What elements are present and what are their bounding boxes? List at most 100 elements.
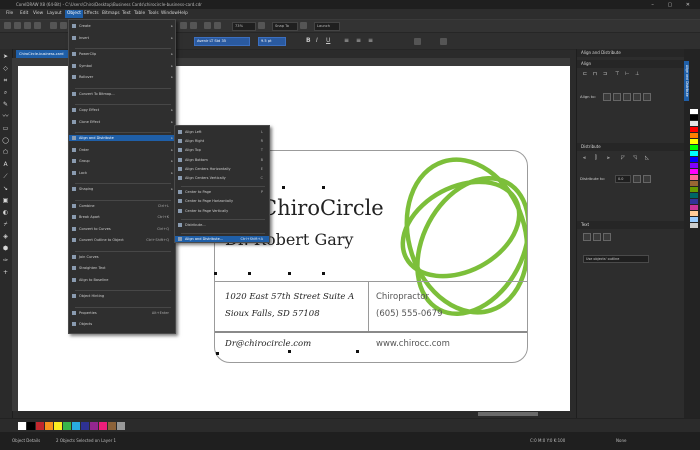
save-icon[interactable] (24, 22, 31, 29)
menu-item-shaping[interactable]: Shaping ▸ (69, 186, 175, 192)
underline-button[interactable]: U (326, 37, 330, 45)
palette-swatch[interactable] (81, 422, 89, 430)
menu-text[interactable]: Text (120, 10, 133, 18)
menu-item-center-to-page-vertically[interactable]: Center to Page Vertically (175, 208, 269, 214)
font-size-dropdown[interactable]: 9.5 pt (258, 37, 286, 46)
italic-button[interactable]: I (316, 37, 318, 45)
menu-item-copy-effect[interactable]: Copy Effect ▸ (69, 107, 175, 113)
menu-item-order[interactable]: Order ▸ (69, 147, 175, 153)
align-center-v-icon[interactable]: ⊢ (625, 71, 629, 77)
outline-pen-icon[interactable]: ✑ (2, 257, 9, 264)
polygon-tool-icon[interactable]: ⬠ (2, 149, 9, 156)
color-swatch[interactable] (690, 217, 698, 222)
menu-item-rollover[interactable]: Rollover ▸ (69, 74, 175, 80)
menu-item-center-to-page[interactable]: Center to Page P (175, 189, 269, 195)
rotate-icon[interactable] (414, 38, 421, 45)
text-first-line-icon[interactable] (603, 233, 611, 241)
menu-item-align-centers-horizontally[interactable]: Align Centers Horizontally E (175, 166, 269, 172)
align-top-icon[interactable]: ⊤ (615, 71, 619, 77)
add-tool-icon[interactable]: + (2, 269, 9, 276)
menu-item-align-bottom[interactable]: Align Bottom B (175, 157, 269, 163)
menu-item-align-right[interactable]: Align Right R (175, 138, 269, 144)
menu-item-convert-outline-to-object[interactable]: Convert Outline to Object Ctrl+Shift+Q (69, 237, 175, 243)
menu-item-lock[interactable]: Lock ▸ (69, 170, 175, 176)
menu-item-clone-effect[interactable]: Clone Effect ▸ (69, 119, 175, 125)
new-icon[interactable] (4, 22, 11, 29)
menu-view[interactable]: View (31, 10, 45, 18)
distribute-left-icon[interactable]: ⫷ (583, 155, 586, 161)
color-swatch[interactable] (690, 157, 698, 162)
spacing-field[interactable]: 0.0 (615, 175, 631, 183)
email-text[interactable]: Dr@chirocircle.com (225, 339, 311, 349)
align-left-text-button[interactable]: ≡ (344, 37, 349, 45)
export-icon[interactable] (214, 22, 221, 29)
undo-icon[interactable] (180, 22, 187, 29)
website-text[interactable]: www.chirocc.com (376, 339, 450, 349)
ellipse-tool-icon[interactable]: ◯ (2, 137, 9, 144)
color-swatch[interactable] (690, 151, 698, 156)
palette-swatch[interactable] (54, 422, 62, 430)
distribute-spacing-icon[interactable]: ◸ (621, 155, 625, 161)
bold-button[interactable]: B (306, 37, 311, 45)
palette-swatch[interactable] (99, 422, 107, 430)
fullscreen-icon[interactable] (258, 22, 265, 29)
import-icon[interactable] (204, 22, 211, 29)
cut-icon[interactable] (50, 22, 57, 29)
palette-swatch[interactable] (108, 422, 116, 430)
open-icon[interactable] (14, 22, 21, 29)
selection-handle[interactable] (288, 272, 291, 275)
rectangle-tool-icon[interactable]: ▭ (2, 125, 9, 132)
menu-file[interactable]: File (4, 10, 15, 18)
color-swatch[interactable] (690, 205, 698, 210)
menu-bitmaps[interactable]: Bitmaps (100, 10, 122, 18)
align-center-h-icon[interactable]: ⊓ (593, 71, 597, 77)
menu-item-straighten-text[interactable]: Straighten Text (69, 265, 175, 271)
menu-item-distribute[interactable]: Distribute... (175, 222, 269, 228)
palette-swatch[interactable] (45, 422, 53, 430)
distribute-page-icon[interactable] (643, 175, 651, 183)
artistic-media-icon[interactable]: 〰 (2, 113, 9, 120)
color-swatch[interactable] (690, 145, 698, 150)
selection-handle[interactable] (216, 352, 219, 355)
menu-layout[interactable]: Layout (45, 10, 64, 18)
selection-handle[interactable] (282, 186, 285, 189)
color-swatch[interactable] (690, 163, 698, 168)
pick-tool-icon[interactable]: ➤ (2, 53, 9, 60)
interactive-fill-icon[interactable]: ◈ (2, 233, 9, 240)
font-list-dropdown[interactable]: Avenir LT Std 35 (194, 37, 250, 46)
text-baseline-icon[interactable] (583, 233, 591, 241)
palette-swatch[interactable] (117, 422, 125, 430)
menu-edit[interactable]: Edit (18, 10, 30, 18)
distribute-bottom-icon[interactable]: ◺ (645, 155, 649, 161)
color-swatch[interactable] (690, 109, 698, 114)
menu-item-align-and-distribute[interactable]: Align and Distribute... Ctrl+Shift+A (175, 236, 269, 242)
color-swatch[interactable] (690, 211, 698, 216)
parallel-dimension-icon[interactable]: ⟋ (2, 173, 9, 180)
crop-tool-icon[interactable]: ⌗ (2, 77, 9, 84)
selection-handle[interactable] (214, 272, 217, 275)
object-details-label[interactable]: Object Details (12, 437, 40, 445)
color-swatch[interactable] (690, 175, 698, 180)
menu-item-convert-to-bitmap[interactable]: Convert To Bitmap... (69, 91, 175, 97)
options-icon[interactable] (300, 22, 307, 29)
distribute-right-icon[interactable]: ⫸ (607, 155, 610, 161)
color-swatch[interactable] (690, 133, 698, 138)
use-objects-outline-button[interactable]: Use objects' outline (583, 255, 649, 263)
color-swatch[interactable] (690, 139, 698, 144)
transparency-icon[interactable]: ◐ (2, 209, 9, 216)
redo-icon[interactable] (190, 22, 197, 29)
menu-item-align-and-distribute[interactable]: Align and Distribute ▸ (69, 135, 175, 141)
drop-shadow-icon[interactable]: ▣ (2, 197, 9, 204)
text-tool-icon[interactable]: A (2, 161, 9, 168)
menu-item-align-left[interactable]: Align Left L (175, 129, 269, 135)
phone-text[interactable]: (605) 555-0679 (376, 309, 442, 319)
color-swatch[interactable] (690, 127, 698, 132)
align-to-page-edge-icon[interactable] (613, 93, 621, 101)
align-left-icon[interactable]: ⊏ (583, 71, 587, 77)
horizontal-scrollbar[interactable] (18, 411, 570, 417)
menu-effects[interactable]: Effects (82, 10, 101, 18)
connector-tool-icon[interactable]: ↘ (2, 185, 9, 192)
align-right-text-button[interactable]: ≡ (368, 37, 373, 45)
selection-handle[interactable] (356, 350, 359, 353)
shape-tool-icon[interactable]: ◇ (2, 65, 9, 72)
